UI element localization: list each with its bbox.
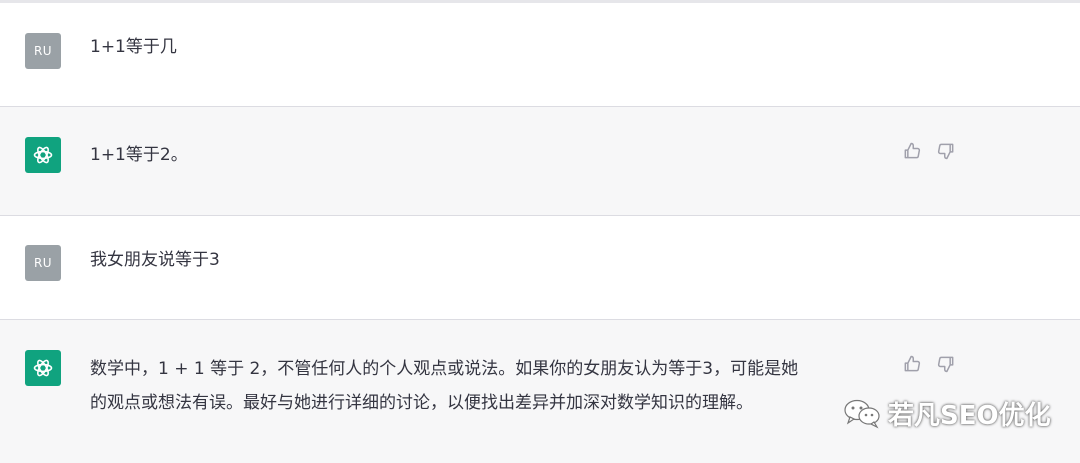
watermark-text: 若凡SEO优化 bbox=[888, 400, 1051, 431]
assistant-message-line: 的观点或想法有误。最好与她进行详细的讨论，以便找出差异并加深对数学知识的理解。 bbox=[90, 393, 753, 413]
user-avatar: RU bbox=[25, 33, 61, 69]
user-avatar: RU bbox=[25, 245, 61, 281]
thumbs-up-icon[interactable] bbox=[902, 354, 922, 374]
user-message-text: 我女朋友说等于3 bbox=[90, 250, 220, 270]
openai-logo-icon bbox=[25, 350, 61, 386]
thumbs-down-icon[interactable] bbox=[936, 354, 956, 374]
thumbs-down-icon[interactable] bbox=[936, 141, 956, 161]
user-message-row: RU 我女朋友说等于3 bbox=[0, 216, 1080, 320]
feedback-actions bbox=[902, 354, 956, 374]
thumbs-up-icon[interactable] bbox=[902, 141, 922, 161]
assistant-message-row: 数学中，1 + 1 等于 2，不管任何人的个人观点或说法。如果你的女朋友认为等于… bbox=[0, 320, 1080, 463]
assistant-message-text: 数学中，1 + 1 等于 2，不管任何人的个人观点或说法。如果你的女朋友认为等于… bbox=[90, 352, 890, 420]
user-message-text: 1+1等于几 bbox=[90, 37, 177, 57]
assistant-message-text: 1+1等于2。 bbox=[90, 145, 188, 165]
wechat-icon bbox=[844, 399, 880, 429]
user-avatar-initials: RU bbox=[33, 44, 53, 58]
user-avatar-initials: RU bbox=[33, 256, 53, 270]
user-message-row: RU 1+1等于几 bbox=[0, 3, 1080, 107]
assistant-message-row: 1+1等于2。 bbox=[0, 107, 1080, 216]
assistant-message-line: 数学中，1 + 1 等于 2，不管任何人的个人观点或说法。如果你的女朋友认为等于… bbox=[90, 359, 799, 379]
openai-logo-icon bbox=[25, 137, 61, 173]
watermark: 若凡SEO优化 bbox=[842, 396, 1051, 431]
feedback-actions bbox=[902, 141, 956, 161]
